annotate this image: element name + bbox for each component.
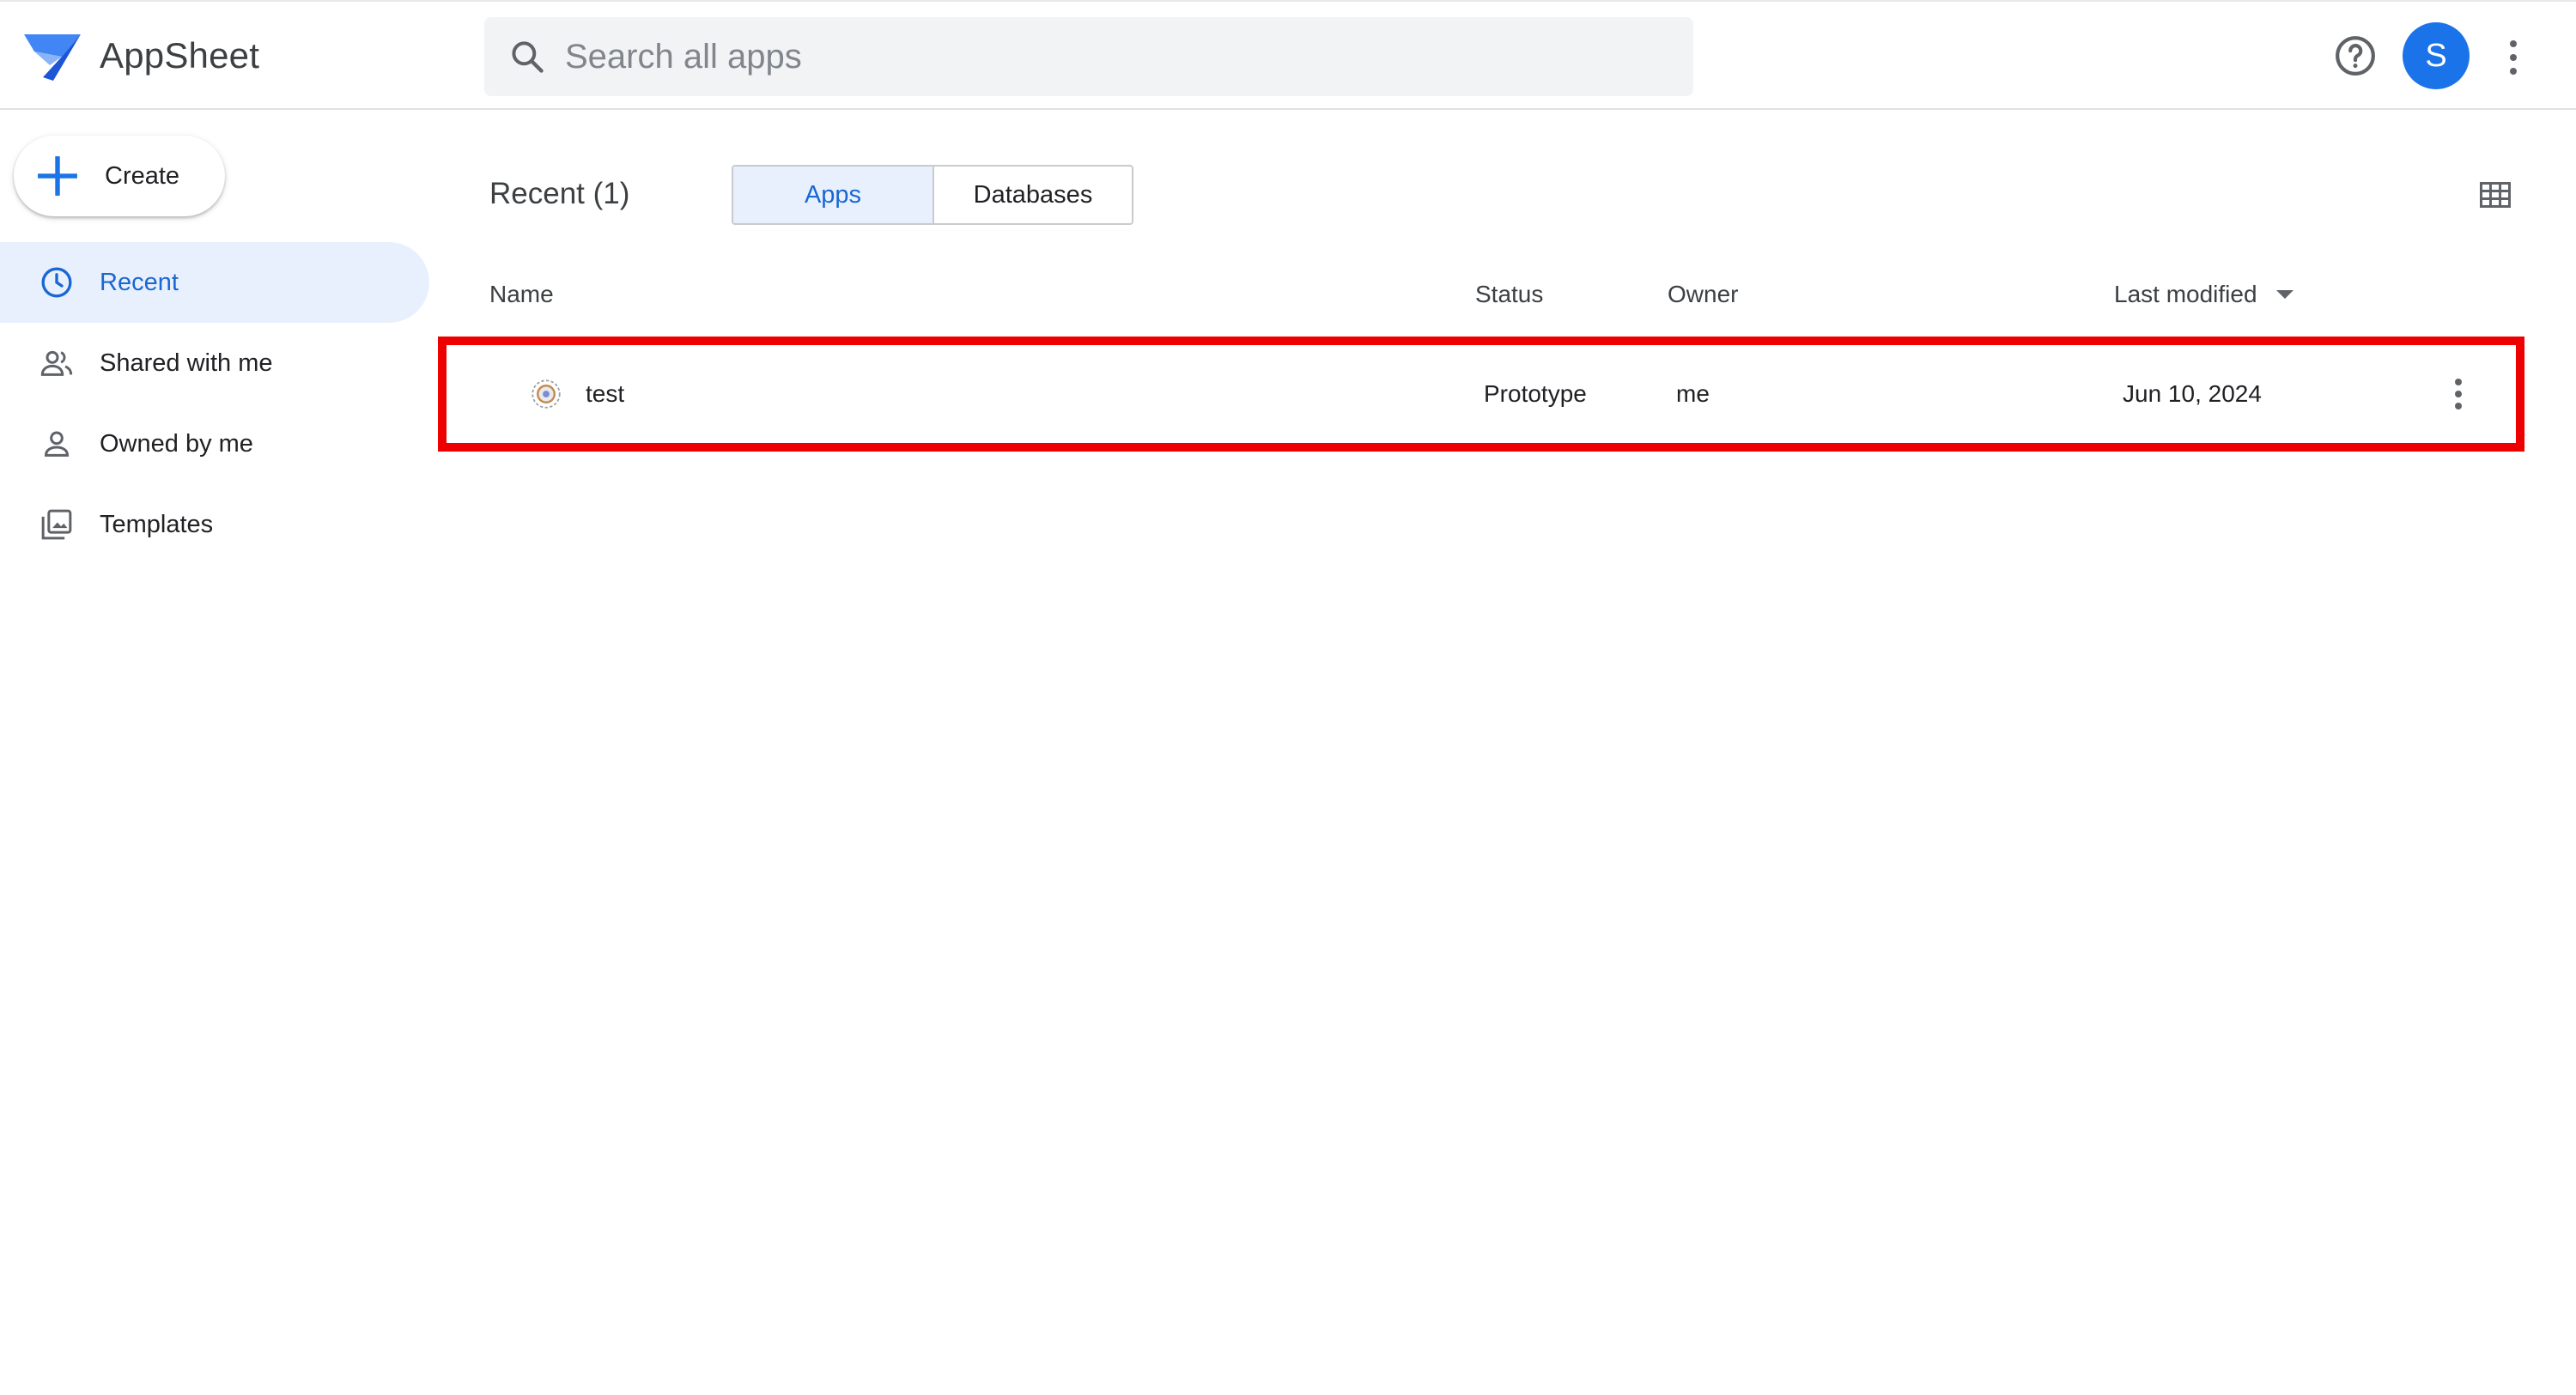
sidebar-item-recent[interactable]: Recent	[0, 242, 429, 323]
dot	[2455, 403, 2462, 409]
row-more-vert-icon[interactable]	[2445, 375, 2471, 413]
appsheet-logo-icon	[24, 34, 81, 81]
create-button[interactable]: Create	[14, 136, 225, 216]
sort-caret-icon	[2275, 290, 2293, 299]
sidebar-item-templates[interactable]: Templates	[0, 484, 429, 565]
templates-icon	[41, 509, 72, 540]
apps-databases-toggle: Apps Databases	[732, 165, 1133, 225]
column-header-name[interactable]: Name	[489, 281, 554, 308]
dot	[2455, 391, 2462, 397]
top-app-bar: AppSheet S	[0, 0, 2576, 110]
account-avatar[interactable]: S	[2403, 22, 2470, 89]
status-cell: Prototype	[1484, 380, 1587, 407]
person-icon	[44, 431, 70, 457]
column-header-label: Last modified	[2114, 281, 2257, 307]
dot	[2510, 68, 2517, 75]
sidebar-item-label: Owned by me	[100, 429, 253, 458]
dot	[2510, 54, 2517, 61]
sidebar-item-label: Templates	[100, 510, 214, 538]
table-row[interactable]: test Prototype me Jun 10, 2024	[438, 337, 2524, 452]
dot	[2455, 379, 2462, 385]
column-header-status[interactable]: Status	[1475, 281, 1543, 308]
app-name: AppSheet	[100, 35, 260, 76]
column-header-owner[interactable]: Owner	[1668, 281, 1738, 308]
search-icon	[512, 41, 544, 73]
app-name-cell[interactable]: test	[586, 380, 624, 408]
plus-icon	[38, 156, 77, 196]
sidebar-item-label: Shared with me	[100, 349, 273, 377]
owner-cell: me	[1676, 380, 1710, 407]
tab-apps[interactable]: Apps	[733, 167, 933, 223]
sidebar-item-shared[interactable]: Shared with me	[0, 323, 429, 403]
people-icon	[40, 350, 73, 376]
clock-icon	[41, 267, 72, 298]
sidebar-item-owned[interactable]: Owned by me	[0, 403, 429, 484]
create-label: Create	[105, 161, 180, 190]
column-header-last-modified[interactable]: Last modified	[2114, 281, 2293, 308]
sidebar-item-label: Recent	[100, 268, 179, 296]
more-vert-icon[interactable]	[2500, 36, 2526, 79]
search-input[interactable]	[565, 37, 1595, 76]
avatar-initial: S	[2425, 37, 2447, 74]
appsheet-logo[interactable]: AppSheet	[24, 31, 259, 81]
app-gear-icon	[532, 379, 561, 409]
last-modified-cell: Jun 10, 2024	[2123, 380, 2262, 407]
search-bar[interactable]	[484, 17, 1693, 96]
sidebar-nav: Recent Shared with me Owned by me Templa…	[0, 242, 429, 565]
grid-view-icon[interactable]	[2480, 182, 2511, 208]
tab-databases[interactable]: Databases	[933, 167, 1132, 223]
dot	[2510, 40, 2517, 47]
page-title: Recent (1)	[489, 177, 630, 210]
help-icon[interactable]	[2334, 34, 2377, 77]
